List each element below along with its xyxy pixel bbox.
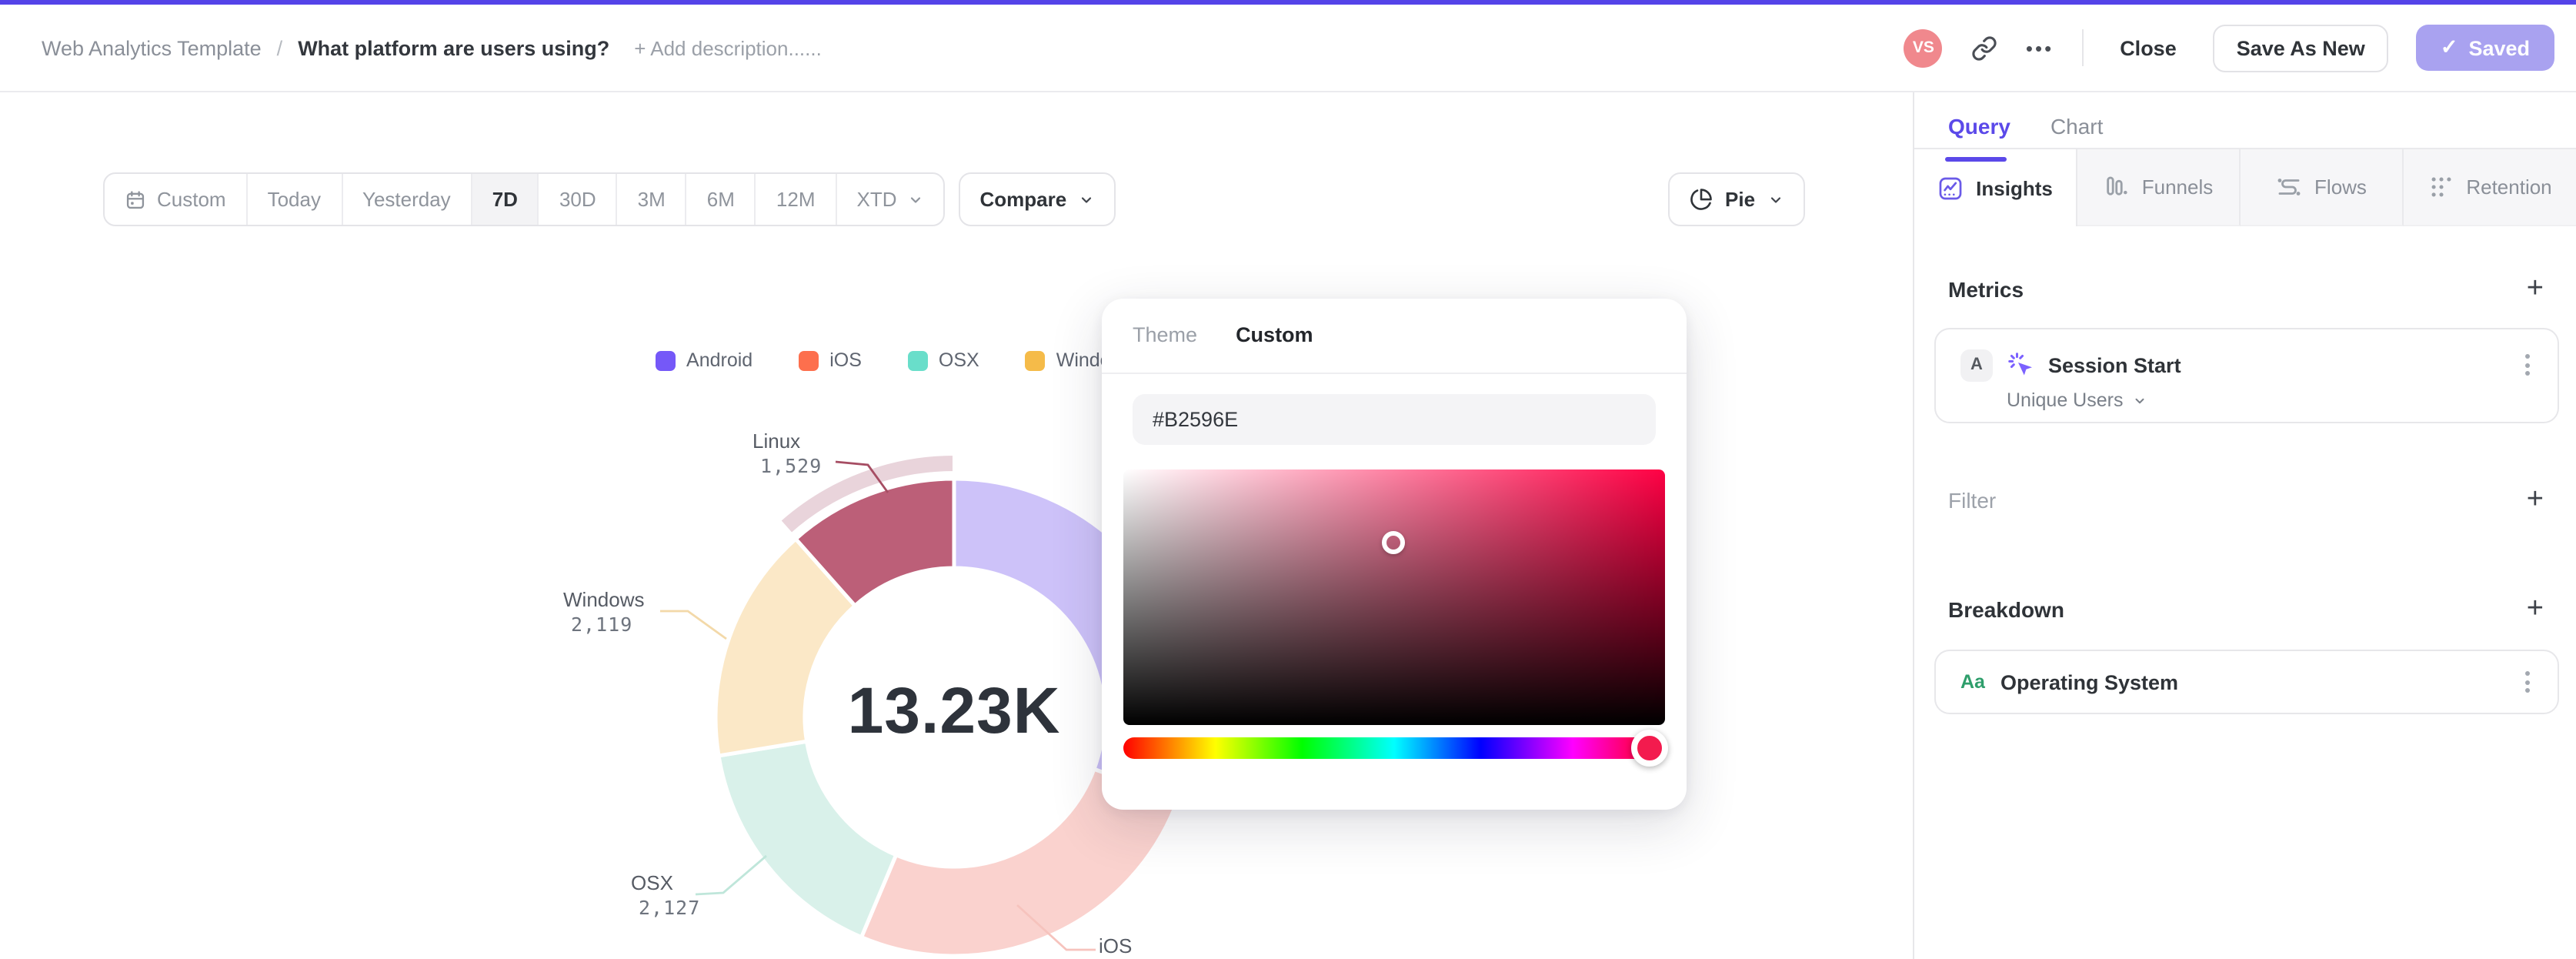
slice-label-name: OSX: [631, 871, 673, 894]
breakdown-heading: Breakdown: [1948, 596, 2064, 621]
calendar-icon: [126, 190, 145, 209]
chart-center-total: 13.23K: [847, 674, 1061, 747]
chart-type-label: Pie: [1725, 188, 1756, 211]
add-breakdown-button[interactable]: +: [2527, 594, 2544, 623]
breadcrumb-separator: /: [276, 36, 283, 59]
tab-custom[interactable]: Custom: [1236, 323, 1313, 346]
leader-line-windows: [660, 610, 727, 640]
insights-icon: [1937, 175, 1964, 201]
tab-theme[interactable]: Theme: [1133, 323, 1197, 346]
chevron-down-icon: [1082, 196, 1092, 202]
sidebar-tabs: Query Chart: [1914, 92, 2576, 162]
range-3m[interactable]: 3M: [618, 174, 687, 225]
pie-slice-osx[interactable]: [716, 739, 899, 940]
aggregation-dropdown[interactable]: Unique Users: [1936, 382, 2558, 411]
slice-label-linux: Linux 1,529: [752, 429, 822, 479]
breadcrumb-root[interactable]: Web Analytics Template: [42, 36, 262, 59]
range-yesterday[interactable]: Yesterday: [342, 174, 472, 225]
color-picker-popup: Theme Custom #B2596E: [1102, 299, 1687, 810]
slice-label-name: Windows: [563, 588, 645, 611]
mode-tab-flows[interactable]: Flows: [2241, 149, 2404, 226]
metrics-heading: Metrics: [1948, 276, 2024, 301]
metric-title[interactable]: Session Start: [2048, 353, 2181, 376]
insight-mode-tabs: Insights Funnels Flows Retention: [1914, 149, 2576, 226]
slice-label-value: 1,529: [760, 454, 823, 477]
range-today[interactable]: Today: [248, 174, 342, 225]
flows-icon: [2276, 174, 2302, 200]
header-actions: VS ••• Close Save As New ✓ Saved: [1904, 24, 2554, 72]
metrics-section-header: Metrics +: [1914, 274, 2576, 303]
range-12m[interactable]: 12M: [756, 174, 837, 225]
series-badge: A: [1960, 349, 1993, 381]
header: Web Analytics Template / What platform a…: [0, 5, 2576, 92]
chevron-down-icon: [1770, 196, 1780, 202]
page-title[interactable]: What platform are users using?: [298, 36, 609, 59]
saved-button[interactable]: ✓ Saved: [2415, 25, 2554, 71]
range-7d[interactable]: 7D: [472, 174, 539, 225]
color-cursor[interactable]: [1382, 531, 1405, 554]
save-as-new-button[interactable]: Save As New: [2213, 24, 2388, 72]
slice-label-windows: Windows 2,119: [563, 588, 645, 637]
mode-label: Funnels: [2141, 175, 2214, 199]
mode-label: Flows: [2314, 175, 2367, 199]
aggregation-label: Unique Users: [2007, 389, 2124, 411]
breakdown-section-header: Breakdown +: [1914, 594, 2576, 623]
saved-label: Saved: [2468, 36, 2530, 59]
metric-card[interactable]: A Session Start Unique Users: [1934, 328, 2559, 423]
add-filter-button[interactable]: +: [2527, 485, 2544, 514]
breakdown-title[interactable]: Operating System: [2000, 670, 2178, 693]
slice-label-name: Linux: [752, 429, 801, 453]
breakdown-menu-icon[interactable]: [2519, 665, 2536, 699]
chevron-down-icon: [910, 196, 920, 202]
leader-line-osx: [695, 854, 767, 896]
slice-label-osx: OSX 2,127: [631, 871, 700, 921]
header-divider: [2081, 29, 2084, 66]
mode-tab-retention[interactable]: Retention: [2404, 149, 2576, 226]
range-custom[interactable]: Custom: [105, 174, 248, 225]
hue-slider[interactable]: [1123, 730, 1668, 767]
picker-divider: [1102, 373, 1687, 374]
range-6m[interactable]: 6M: [687, 174, 756, 225]
mode-label: Insights: [1976, 176, 2053, 199]
range-xtd[interactable]: XTD: [837, 174, 943, 225]
add-description-button[interactable]: + Add description......: [634, 36, 822, 59]
query-sidebar: Query Chart Insights Funnels Flows Retentio…: [1913, 92, 2576, 959]
mode-label: Retention: [2466, 175, 2552, 199]
funnels-icon: [2104, 174, 2130, 200]
avatar[interactable]: VS: [1904, 28, 1943, 67]
compare-label: Compare: [979, 188, 1067, 211]
tab-chart[interactable]: Chart: [2050, 114, 2103, 148]
slice-label-value: 2,127: [639, 896, 701, 919]
tab-query[interactable]: Query: [1944, 114, 2010, 162]
slice-label-name: iOS: [1099, 934, 1133, 957]
hue-slider-handle[interactable]: [1631, 730, 1668, 767]
chevron-down-icon: [2134, 397, 2144, 403]
date-filter-row: Custom Today Yesterday 7D 30D 3M 6M 12M XTD Comp…: [103, 172, 1116, 226]
filter-heading: Filter: [1948, 487, 1997, 512]
breakdown-card[interactable]: Aa Operating System: [1934, 650, 2559, 714]
app-window: Web Analytics Template / What platform a…: [0, 0, 2576, 959]
chart-type-button[interactable]: Pie: [1668, 172, 1805, 226]
close-button[interactable]: Close: [2111, 27, 2186, 68]
check-icon: ✓: [2440, 35, 2458, 58]
compare-button[interactable]: Compare: [958, 172, 1116, 226]
range-30d[interactable]: 30D: [539, 174, 618, 225]
date-range-group: Custom Today Yesterday 7D 30D 3M 6M 12M XTD: [103, 172, 945, 226]
add-metric-button[interactable]: +: [2527, 274, 2544, 303]
color-picker-tabs: Theme Custom: [1133, 323, 1313, 346]
filter-section-header: Filter +: [1914, 485, 2576, 514]
slice-label-value: 2,119: [571, 613, 633, 636]
retention-icon: [2428, 174, 2454, 200]
hex-color-input[interactable]: #B2596E: [1133, 394, 1656, 445]
string-property-icon: Aa: [1960, 671, 1985, 693]
saturation-value-area[interactable]: [1123, 469, 1665, 725]
mode-tab-funnels[interactable]: Funnels: [2077, 149, 2241, 226]
event-click-icon: [2008, 353, 2032, 376]
share-link-icon[interactable]: [1970, 34, 1998, 62]
metric-menu-icon[interactable]: [2519, 348, 2536, 382]
pie-chart-icon: [1690, 189, 1712, 210]
more-options-icon[interactable]: •••: [2026, 36, 2054, 59]
slice-label-ios: iOS3,402: [1099, 934, 1168, 959]
